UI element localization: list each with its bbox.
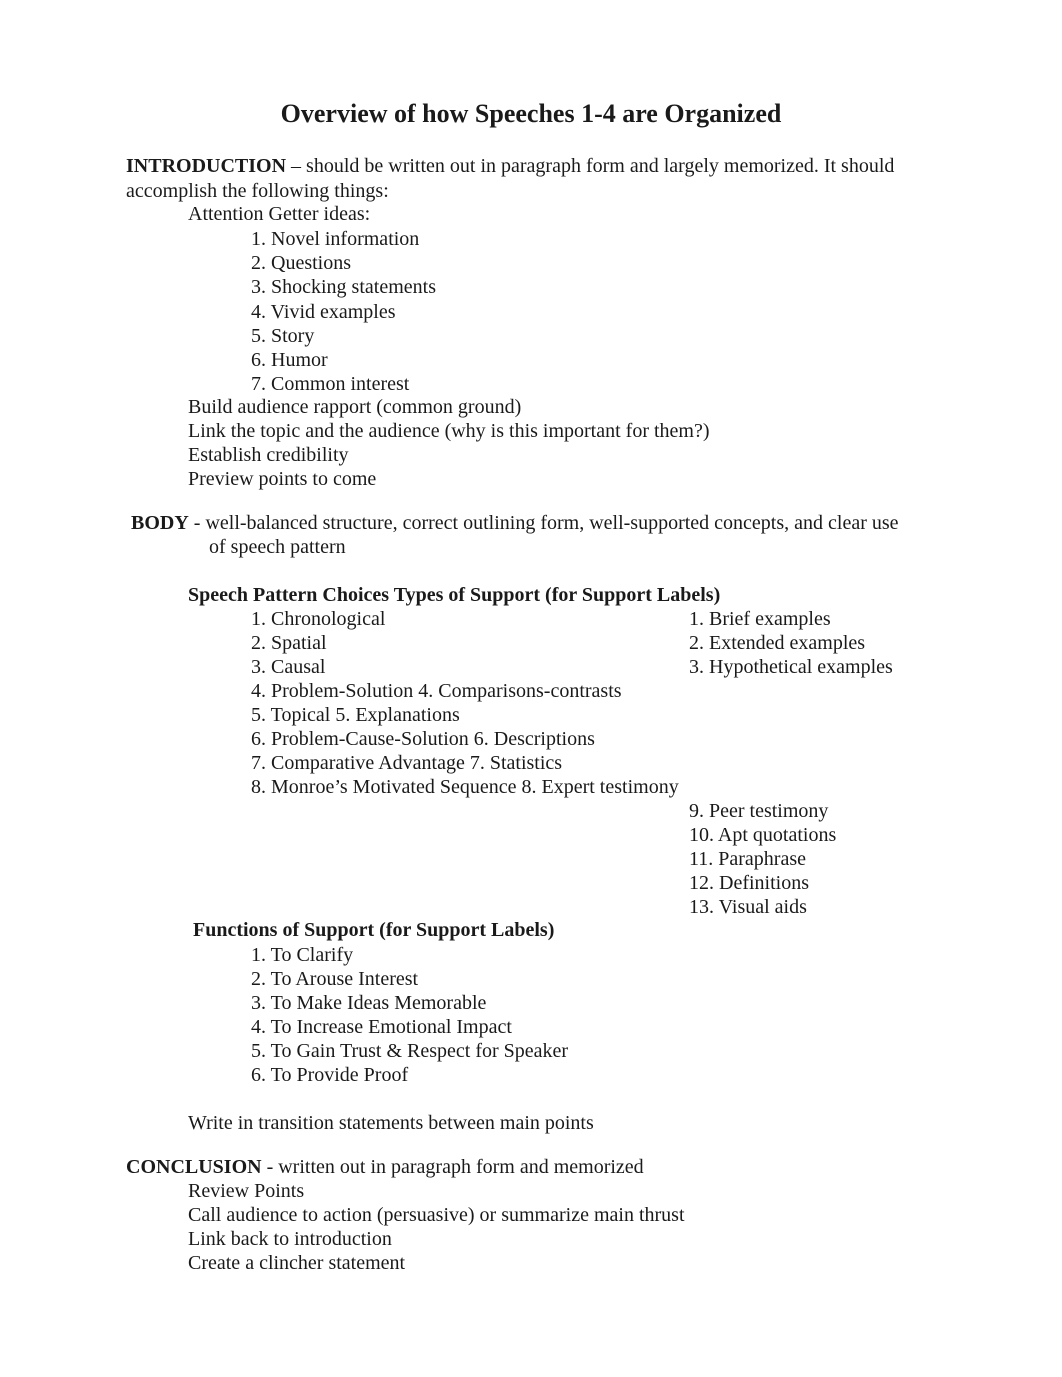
introduction-text-cont: accomplish the following things: — [126, 180, 389, 202]
introduction-goal-item: Preview points to come — [188, 468, 377, 490]
page-title: Overview of how Speeches 1-4 are Organiz… — [280, 99, 782, 128]
speech-pattern-item: 3. Causal — [251, 656, 326, 678]
introduction-goal-item: Build audience rapport (common ground) — [188, 396, 522, 418]
speech-pattern-item: 2. Spatial — [251, 632, 327, 654]
function-item: 1. To Clarify — [251, 944, 354, 966]
speech-pattern-item: 6. Problem-Cause-Solution 6. Description… — [251, 728, 595, 750]
introduction-heading: INTRODUCTION — [126, 155, 287, 177]
functions-heading: Functions of Support (for Support Labels… — [193, 919, 555, 941]
introduction-text: – should be written out in paragraph for… — [286, 155, 895, 177]
attention-getter-item: 4. Vivid examples — [251, 300, 396, 323]
function-item: 6. To Provide Proof — [251, 1064, 409, 1086]
speech-pattern-item: 8. Monroe’s Motivated Sequence 8. Expert… — [251, 776, 679, 798]
body-paragraph: BODY - well-balanced structure, correct … — [131, 511, 899, 535]
attention-getter-item: 2. Questions — [251, 252, 351, 275]
body-text-cont: of speech pattern — [209, 536, 346, 558]
attention-getter-item: 1. Novel information — [251, 228, 420, 250]
conclusion-paragraph: CONCLUSION - written out in paragraph fo… — [126, 1155, 644, 1179]
introduction-goal-item: Link the topic and the audience (why is … — [188, 420, 710, 442]
conclusion-item: Link back to introduction — [188, 1228, 392, 1250]
attention-getter-label: Attention Getter ideas: — [188, 203, 371, 225]
support-type-item: 2. Extended examples — [689, 632, 866, 654]
conclusion-item: Review Points — [188, 1180, 305, 1202]
attention-getter-item: 3. Shocking statements — [251, 276, 436, 299]
support-type-item: 13. Visual aids — [689, 896, 807, 918]
body-heading: BODY — [131, 512, 189, 534]
speech-pattern-heading: Speech Pattern Choices Types of Support … — [188, 584, 721, 606]
function-item: 3. To Make Ideas Memorable — [251, 992, 487, 1014]
body-text: - well-balanced structure, correct outli… — [188, 512, 899, 534]
introduction-goal-item: Establish credibility — [188, 444, 349, 466]
support-type-item: 11. Paraphrase — [689, 848, 806, 870]
attention-getter-item: 6. Humor — [251, 349, 328, 371]
support-type-item: 1. Brief examples — [689, 608, 831, 630]
attention-getter-item: 5. Story — [251, 324, 315, 347]
support-type-item: 3. Hypothetical examples — [689, 656, 893, 678]
function-item: 2. To Arouse Interest — [251, 968, 419, 990]
support-type-item: 10. Apt quotations — [689, 824, 837, 846]
function-item: 5. To Gain Trust & Respect for Speaker — [251, 1040, 569, 1062]
conclusion-item: Call audience to action (persuasive) or … — [188, 1204, 685, 1226]
support-type-item: 12. Definitions — [689, 872, 809, 894]
attention-getter-item: 7. Common interest — [251, 373, 410, 396]
speech-pattern-item: 1. Chronological — [251, 608, 386, 630]
speech-pattern-item: 7. Comparative Advantage 7. Statistics — [251, 752, 563, 774]
conclusion-heading: CONCLUSION — [126, 1156, 262, 1178]
transitions-note: Write in transition statements between m… — [188, 1112, 594, 1134]
introduction-paragraph: INTRODUCTION – should be written out in … — [126, 154, 894, 178]
function-item: 4. To Increase Emotional Impact — [251, 1016, 512, 1038]
conclusion-text: - written out in paragraph form and memo… — [261, 1156, 644, 1178]
speech-pattern-item: 5. Topical 5. Explanations — [251, 704, 460, 726]
conclusion-item: Create a clincher statement — [188, 1252, 406, 1274]
support-type-item: 9. Peer testimony — [689, 800, 829, 822]
speech-pattern-item: 4. Problem-Solution 4. Comparisons-contr… — [251, 680, 622, 702]
